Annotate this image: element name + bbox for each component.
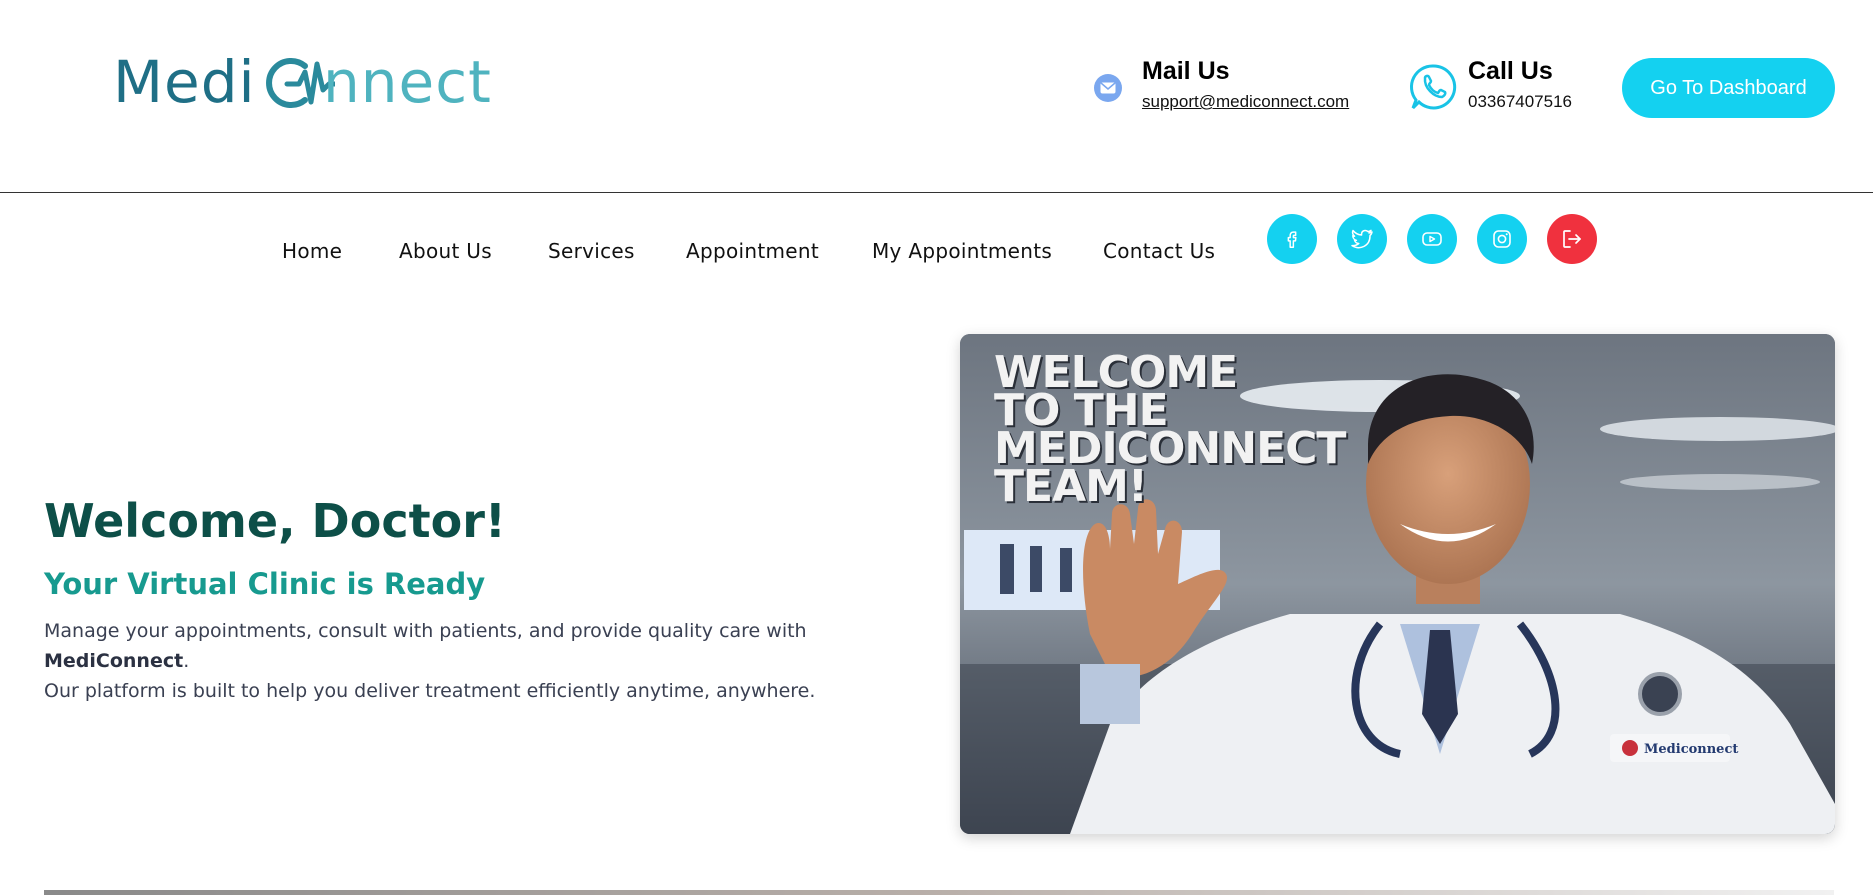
nav-item-contact-us[interactable]: Contact Us (1103, 239, 1215, 263)
next-section-edge (44, 890, 1834, 895)
hero-subtitle: Your Virtual Clinic is Ready (44, 567, 486, 601)
nav-item-home[interactable]: Home (282, 239, 342, 263)
hero-desc-period: . (183, 650, 190, 672)
logo-text-nnect: nnect (323, 48, 492, 116)
site-header: Medi nnect Mail Us support@mediconnect.c… (0, 0, 1873, 193)
welcome-doctor-image: Mediconnect WELCOME TO THE MEDICONNECT T… (960, 334, 1835, 834)
youtube-button[interactable] (1407, 214, 1457, 264)
youtube-icon (1422, 232, 1442, 246)
coat-badge-text: Mediconnect (1644, 742, 1738, 757)
hero-desc-brand: MediConnect (44, 650, 184, 672)
call-us-number[interactable]: 03367407516 (1468, 90, 1572, 114)
instagram-button[interactable] (1477, 214, 1527, 264)
twitter-icon (1351, 229, 1373, 249)
logo-text-medi: Medi (113, 48, 256, 116)
hero-description: Manage your appointments, consult with p… (44, 616, 944, 706)
hero-desc-text: Manage your appointments, consult with p… (44, 620, 807, 642)
hero-desc-line2: Our platform is built to help you delive… (44, 680, 816, 702)
logout-button[interactable] (1547, 214, 1597, 264)
whatsapp-icon (1409, 64, 1457, 110)
call-us-block: Call Us 03367407516 (1408, 56, 1572, 114)
nav-item-appointment[interactable]: Appointment (686, 239, 819, 263)
instagram-icon (1493, 230, 1511, 248)
image-welcome-text: WELCOME TO THE MEDICONNECT TEAM! (994, 351, 1346, 509)
mail-us-block: Mail Us support@mediconnect.com (1094, 56, 1349, 114)
mediconnect-logo[interactable]: Medi nnect (113, 48, 491, 120)
header-divider (0, 192, 1873, 193)
call-us-title: Call Us (1468, 57, 1553, 85)
mail-icon (1094, 74, 1122, 102)
logout-icon (1563, 230, 1581, 248)
facebook-icon (1287, 231, 1297, 248)
hero-title: Welcome, Doctor! (44, 494, 506, 548)
nav-item-services[interactable]: Services (548, 239, 635, 263)
nav-item-my-appointments[interactable]: My Appointments (872, 239, 1052, 263)
twitter-button[interactable] (1337, 214, 1387, 264)
facebook-button[interactable] (1267, 214, 1317, 264)
go-to-dashboard-button[interactable]: Go To Dashboard (1622, 58, 1835, 118)
mail-us-title: Mail Us (1142, 57, 1230, 85)
nav-item-about-us[interactable]: About Us (399, 239, 492, 263)
mail-us-link[interactable]: support@mediconnect.com (1142, 90, 1349, 114)
